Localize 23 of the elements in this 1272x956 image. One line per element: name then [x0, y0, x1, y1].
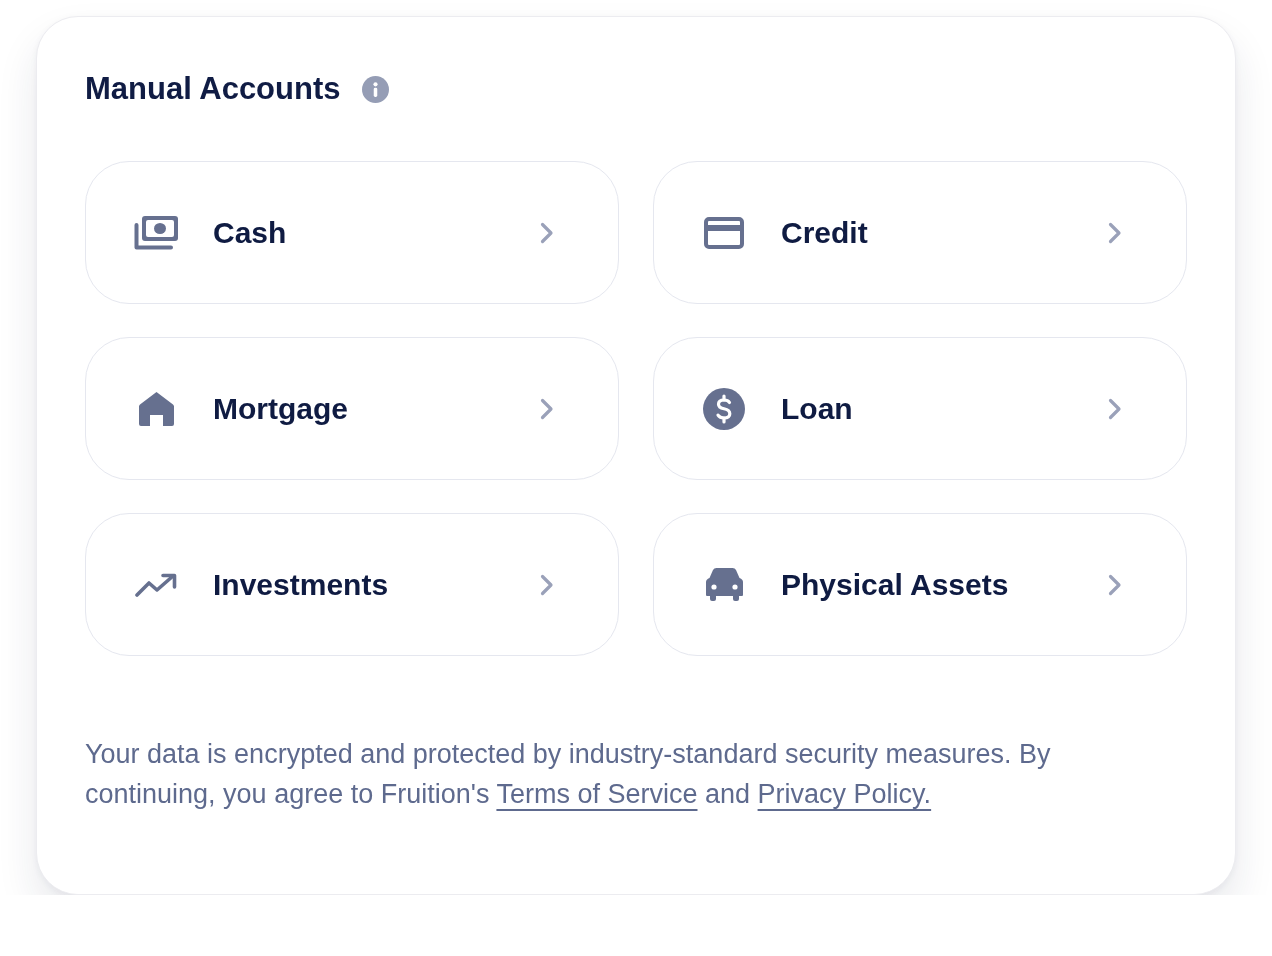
- chevron-right-icon: [1108, 397, 1122, 420]
- credit-card-icon: [704, 216, 744, 249]
- chevron-right-icon: [540, 397, 554, 420]
- dollar-circle-icon: [703, 387, 745, 430]
- account-type-button[interactable]: Investments: [85, 513, 619, 656]
- chevron-right-icon: [540, 221, 554, 244]
- account-type-button[interactable]: Physical Assets: [653, 513, 1187, 656]
- policy-link[interactable]: Privacy Policy.: [757, 779, 932, 809]
- disclaimer-text: Your data is encrypted and protected by industry-standard security measures. By continuing, you agree to Fruition's Terms of Service and Privacy Policy.: [85, 738, 1052, 811]
- house-icon: [138, 391, 174, 426]
- section-title: Manual Accounts: [85, 71, 341, 107]
- trending-up-icon: [135, 572, 177, 597]
- account-type-button[interactable]: Loan: [653, 337, 1187, 480]
- cash-icon: [134, 215, 178, 250]
- account-type-button[interactable]: Mortgage: [85, 337, 619, 480]
- info-icon[interactable]: [361, 75, 389, 103]
- account-type-button[interactable]: Cash: [85, 161, 619, 304]
- policy-link[interactable]: Terms of Service: [496, 779, 698, 809]
- account-type-button[interactable]: Credit: [653, 161, 1187, 304]
- chevron-right-icon: [540, 573, 554, 596]
- chevron-right-icon: [1108, 573, 1122, 596]
- car-icon: [705, 568, 743, 601]
- chevron-right-icon: [1108, 221, 1122, 244]
